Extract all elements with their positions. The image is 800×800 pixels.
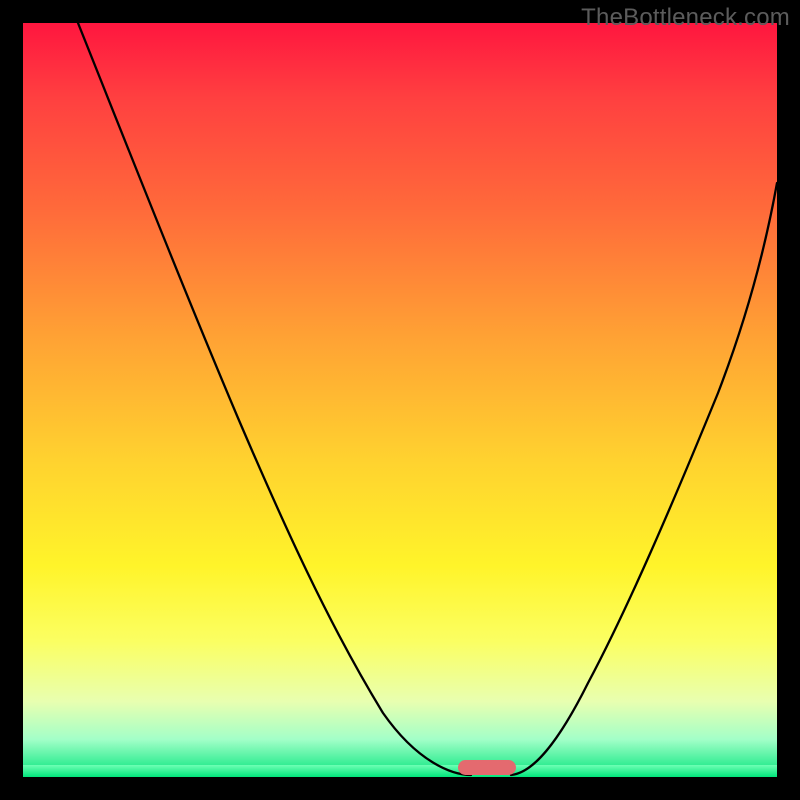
optimal-point-marker: [458, 760, 516, 775]
chart-frame: TheBottleneck.com: [0, 0, 800, 800]
plot-area: [23, 23, 777, 777]
bottleneck-curve: [23, 23, 777, 777]
watermark-text: TheBottleneck.com: [581, 4, 790, 32]
